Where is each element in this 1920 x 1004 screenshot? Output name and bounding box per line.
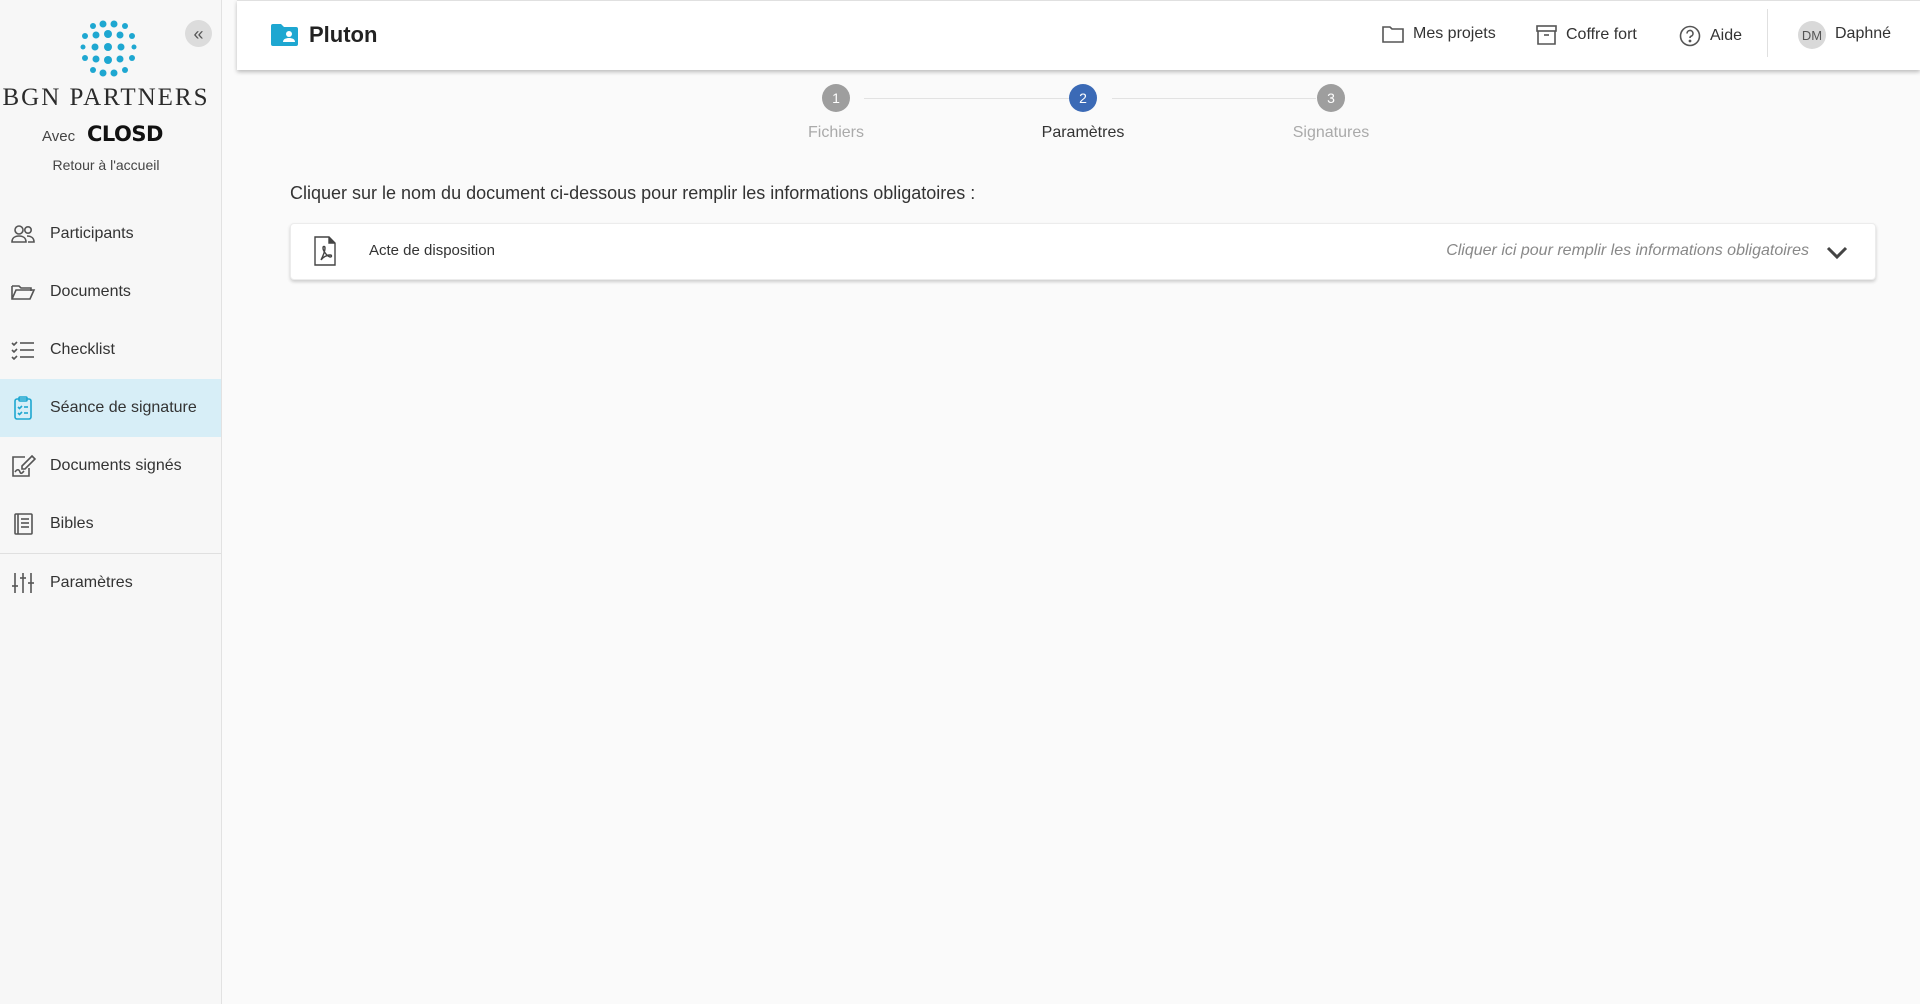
help-link[interactable]: Aide [1679,25,1742,47]
my-projects-link[interactable]: Mes projets [1382,25,1496,43]
step-3-indicator[interactable]: 3 [1317,84,1345,112]
checklist-icon [10,337,36,363]
double-chevron-left-icon: « [193,23,204,44]
brand-logo-icon [80,20,137,77]
brand-name: BGN PARTNERS [2,84,210,111]
book-icon [10,511,36,537]
clipboard-icon [10,395,36,421]
step-1-indicator[interactable]: 1 [822,84,850,112]
sidebar-nav: Participants Documents Checklist Séance … [0,205,221,612]
sidebar-item-signed-documents[interactable]: Documents signés [0,437,221,495]
step-3-label[interactable]: Signatures [1231,124,1431,142]
document-hint[interactable]: Cliquer ici pour remplir les information… [1446,242,1809,260]
sidebar-item-bibles[interactable]: Bibles [0,495,221,553]
sidebar: « BGN PARTNERS Avec CLOSD Retour à l'acc… [0,0,222,1004]
sidebar-item-documents[interactable]: Documents [0,263,221,321]
help-icon [1679,25,1701,47]
sidebar-item-label: Participants [50,225,134,242]
sidebar-item-label: Bibles [50,515,94,532]
document-accordion[interactable]: Acte de disposition Cliquer ici pour rem… [290,223,1876,280]
instruction-text: Cliquer sur le nom du document ci-dessou… [290,183,976,203]
help-label: Aide [1710,27,1743,44]
users-icon [10,221,36,247]
closd-logo: CLOSD [87,122,163,146]
step-connector [1112,98,1316,99]
shared-folder-icon [270,23,299,52]
back-home-link[interactable]: Retour à l'accueil [0,157,212,173]
top-header: Pluton Mes projets Coffre fort Aide DM D… [237,0,1920,70]
sidebar-item-checklist[interactable]: Checklist [0,321,221,379]
project-title: Pluton [309,22,378,47]
signed-document-icon [10,453,36,479]
header-divider [1767,9,1768,57]
chevron-down-icon[interactable] [1825,240,1849,269]
collapse-sidebar-button[interactable]: « [185,20,212,47]
step-2-indicator[interactable]: 2 [1069,84,1097,112]
vault-label: Coffre fort [1566,26,1637,43]
my-projects-label: Mes projets [1413,25,1496,42]
sidebar-item-label: Checklist [50,341,115,358]
sidebar-item-label: Séance de signature [50,399,197,416]
sidebar-item-label: Documents signés [50,457,182,474]
folder-open-icon [10,279,36,305]
pdf-file-icon [313,236,337,271]
avatar[interactable]: DM [1798,21,1826,49]
sidebar-item-settings[interactable]: Paramètres [0,554,221,612]
sliders-icon [10,570,36,596]
sidebar-item-label: Paramètres [50,574,133,591]
sidebar-item-participants[interactable]: Participants [0,205,221,263]
step-1-label[interactable]: Fichiers [736,124,936,142]
vault-link[interactable]: Coffre fort [1536,25,1637,45]
step-connector [864,98,1071,99]
archive-icon [1536,25,1557,45]
step-2-label[interactable]: Paramètres [983,124,1183,142]
document-name[interactable]: Acte de disposition [369,242,495,259]
user-name[interactable]: Daphné [1835,25,1891,43]
sidebar-item-signature-session[interactable]: Séance de signature [0,379,221,437]
folder-icon [1382,26,1404,43]
avec-label: Avec [42,128,76,145]
sidebar-item-label: Documents [50,283,131,300]
